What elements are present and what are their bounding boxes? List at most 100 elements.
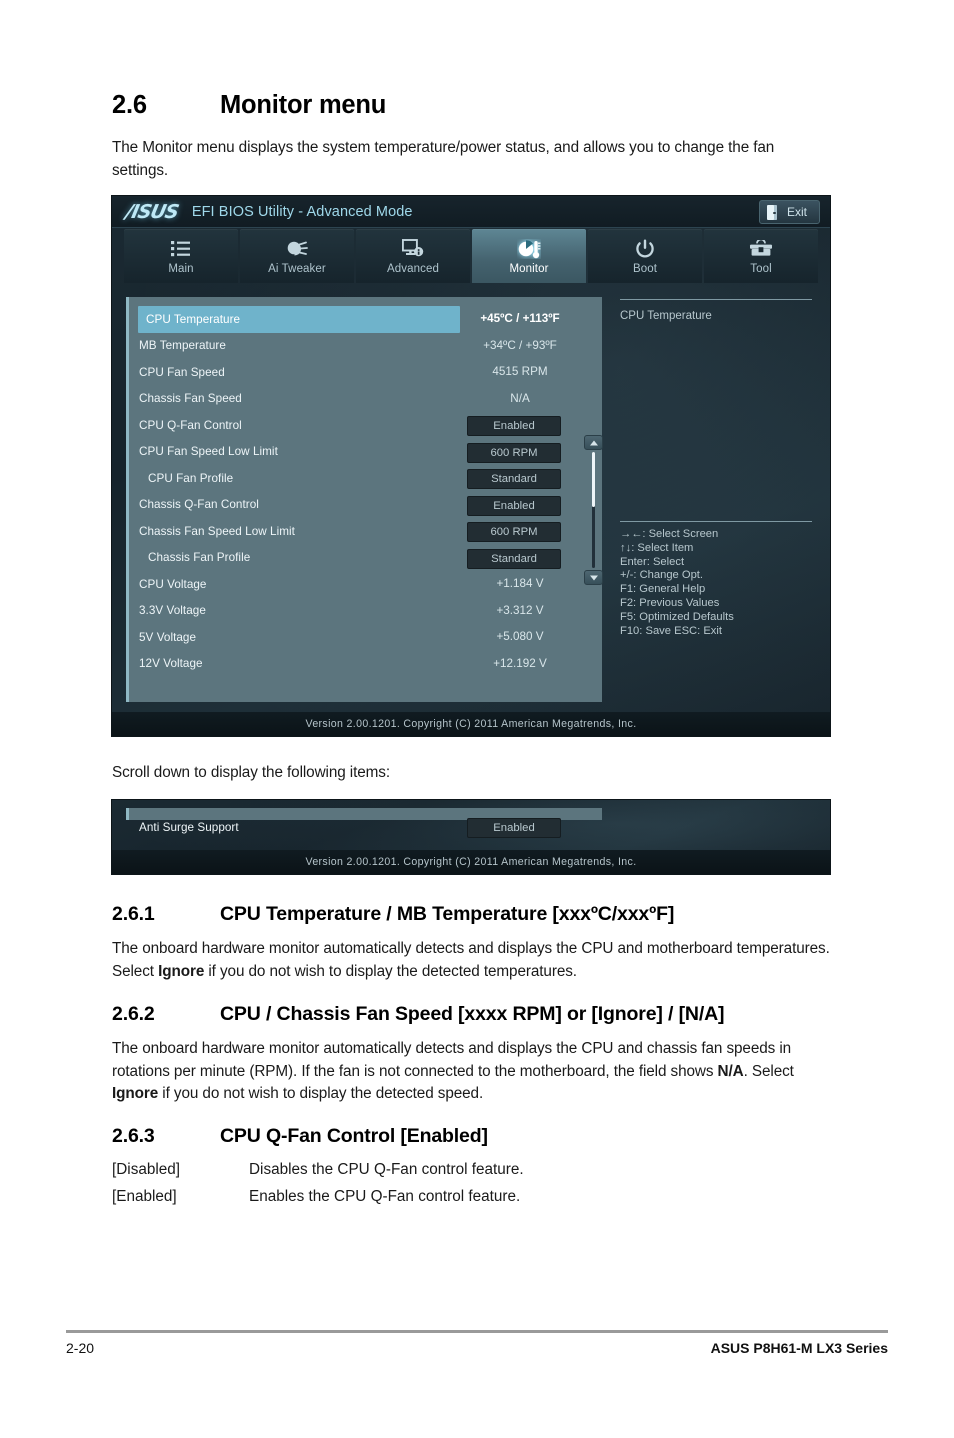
exit-button[interactable]: Exit [758, 200, 820, 224]
subsection-body-262: The onboard hardware monitor automatical… [112, 1038, 837, 1106]
bios-screenshot-anti-surge: Anti Surge Support Enabled Version 2.00.1… [112, 800, 830, 874]
scroll-down-button[interactable] [584, 570, 603, 585]
settings-row-label: Anti Surge Support [139, 820, 239, 834]
settings-option-value[interactable]: 600 RPM [467, 522, 561, 542]
settings-readout-value: +45ºC / +113ºF [480, 312, 560, 325]
bios-version-text-scrolled: Version 2.00.1201. Copyright (C) 2011 Am… [305, 856, 637, 868]
tab-main-label: Main [168, 263, 194, 275]
bios-version-bar: Version 2.00.1201. Copyright (C) 2011 Am… [112, 712, 830, 736]
bios-tabbar: Main Ai Tweaker Advanced Monitor Boot To… [112, 227, 830, 283]
section-intro: The Monitor menu displays the system tem… [112, 139, 775, 179]
subsection-title-261: CPU Temperature / MB Temperature [xxxºC/… [220, 903, 675, 925]
tab-monitor[interactable]: Monitor [472, 229, 586, 283]
scrollbar-track[interactable] [592, 452, 595, 568]
settings-list: CPU Temperature +45ºC / +113ºF MB Temperat… [129, 306, 602, 677]
tab-main[interactable]: Main [124, 229, 238, 283]
asus-logo: /ISUS [123, 200, 181, 223]
body-262-bold2: Ignore [112, 1085, 159, 1102]
subsection-number-261: 2.6.1 [112, 903, 155, 925]
tab-ai-tweaker-label: Ai Tweaker [268, 263, 326, 275]
settings-row-label: Chassis Fan Profile [148, 551, 251, 565]
settings-row[interactable]: CPU Temperature [138, 306, 460, 333]
page-title: 2.6 Monitor menu [112, 91, 386, 120]
settings-readout-value: +12.192 V [493, 656, 547, 670]
body-261-part2: if you do not wish to display the detect… [204, 962, 577, 980]
settings-row-label: CPU Voltage [139, 577, 207, 591]
option-desc-disabled: Disables the CPU Q-Fan control feature. [249, 1161, 524, 1178]
exit-button-label: Exit [786, 205, 807, 219]
settings-scrollbar[interactable] [584, 435, 603, 585]
settings-option-value[interactable]: Enabled [467, 495, 561, 516]
subsection-heading-262: 2.6.2 CPU / Chassis Fan Speed [xxxx RPM] … [112, 1003, 725, 1026]
subsection-title-263: CPU Q-Fan Control [Enabled] [220, 1125, 488, 1147]
tab-advanced[interactable]: Advanced [356, 229, 470, 283]
option-row-enabled: [Enabled] Enables the CPU Q-Fan control f… [112, 1186, 520, 1209]
tab-advanced-label: Advanced [387, 263, 439, 275]
settings-readout-value: N/A [510, 391, 530, 405]
settings-option-value[interactable]: Enabled [467, 416, 561, 436]
body-262-part1: The onboard hardware monitor automatical… [112, 1040, 792, 1080]
help-key-line: ↑↓: Select Item [620, 541, 694, 554]
settings-readout-value: +1.184 V [496, 577, 544, 590]
bios-body-scrolled: Anti Surge Support Enabled [112, 800, 830, 850]
bios-titlebar: /ISUS EFI BIOS Utility - Advanced Mode E… [112, 196, 830, 228]
settings-option-value[interactable]: 600 RPM [467, 442, 561, 463]
option-row-disabled: [Disabled] Disables the CPU Q-Fan control… [112, 1159, 524, 1182]
subsection-heading-263: 2.6.3 CPU Q-Fan Control [Enabled] [112, 1125, 488, 1148]
settings-list-scrolled: Anti Surge Support Enabled [129, 814, 602, 841]
option-key-enabled: [Enabled] [112, 1188, 177, 1205]
subsection-title-262: CPU / Chassis Fan Speed [xxxx RPM] or [I… [220, 1003, 725, 1025]
help-divider-bottom [620, 521, 812, 522]
help-key-line: +/-: Change Opt. [620, 569, 704, 582]
help-key-line: Enter: Select [620, 555, 685, 568]
scroll-note: Scroll down to display the following ite… [112, 764, 390, 781]
chevron-up-icon [589, 440, 598, 445]
help-key-line: F2: Previous Values [620, 596, 720, 609]
subsection-heading-261: 2.6.1 CPU Temperature / MB Temperature [x… [112, 903, 674, 926]
subsection-number-263: 2.6.3 [112, 1125, 155, 1147]
footer-page-number: 2-20 [66, 1340, 95, 1356]
settings-row-label: Chassis Fan Speed Low Limit [139, 524, 295, 538]
bios-body: CPU Temperature +45ºC / +113ºF MB Temperat… [112, 283, 830, 712]
settings-row-label: CPU Fan Profile [148, 471, 234, 485]
footer-product-name: ASUS P8H61-M LX3 Series [710, 1340, 888, 1356]
tab-boot-label: Boot [632, 263, 658, 275]
option-key-disabled: [Disabled] [112, 1161, 181, 1178]
body-261-bold: Ignore [158, 962, 205, 980]
scroll-up-button[interactable] [584, 435, 603, 450]
toolbox-icon [749, 237, 773, 260]
exit-door-icon [766, 204, 780, 220]
section-number: 2.6 [112, 91, 147, 119]
footer-divider [66, 1330, 888, 1333]
tab-ai-tweaker[interactable]: Ai Tweaker [240, 229, 354, 283]
manual-page: 2.6 Monitor menu The Monitor menu display… [0, 0, 954, 1438]
settings-row-label: Chassis Q-Fan Control [139, 498, 259, 512]
bios-screenshot-monitor: /ISUS EFI BIOS Utility - Advanced Mode E… [112, 196, 830, 736]
help-key-line: F1: General Help [620, 583, 706, 596]
tab-monitor-label: Monitor [509, 263, 549, 275]
tweak-dial-icon [285, 237, 309, 260]
settings-panel-scrolled: Anti Surge Support Enabled [126, 808, 602, 838]
settings-readout-value: 4515 RPM [492, 365, 548, 378]
tab-boot[interactable]: Boot [588, 229, 702, 283]
chevron-down-icon [589, 575, 598, 580]
tab-tool[interactable]: Tool [704, 229, 818, 283]
settings-row-label: MB Temperature [139, 339, 226, 353]
settings-option-value[interactable]: Enabled [467, 818, 561, 838]
settings-row-label: 5V Voltage [139, 630, 197, 644]
settings-readout-value: +3.312 V [496, 603, 544, 617]
settings-readout-value: +5.080 V [496, 630, 544, 643]
help-key-legend: →←: Select Screen ↑↓: Select Item Enter: S… [620, 528, 734, 638]
fan-thermometer-icon [517, 237, 541, 260]
settings-option-value[interactable]: Standard [467, 469, 561, 489]
settings-row-label: CPU Q-Fan Control [139, 418, 242, 432]
bios-version-text: Version 2.00.1201. Copyright (C) 2011 Am… [305, 718, 637, 730]
scrollbar-thumb[interactable] [592, 452, 595, 507]
subsection-body-261: The onboard hardware monitor automatical… [112, 938, 834, 983]
settings-option-value[interactable]: Standard [467, 548, 561, 569]
body-262-part3: if you do not wish to display the detect… [158, 1085, 484, 1102]
settings-row-label: Chassis Fan Speed [139, 392, 242, 406]
settings-panel: CPU Temperature +45ºC / +113ºF MB Temperat… [126, 297, 603, 702]
help-key-line: F5: Optimized Defaults [620, 610, 734, 623]
bios-version-bar-scrolled: Version 2.00.1201. Copyright (C) 2011 Am… [112, 850, 830, 874]
